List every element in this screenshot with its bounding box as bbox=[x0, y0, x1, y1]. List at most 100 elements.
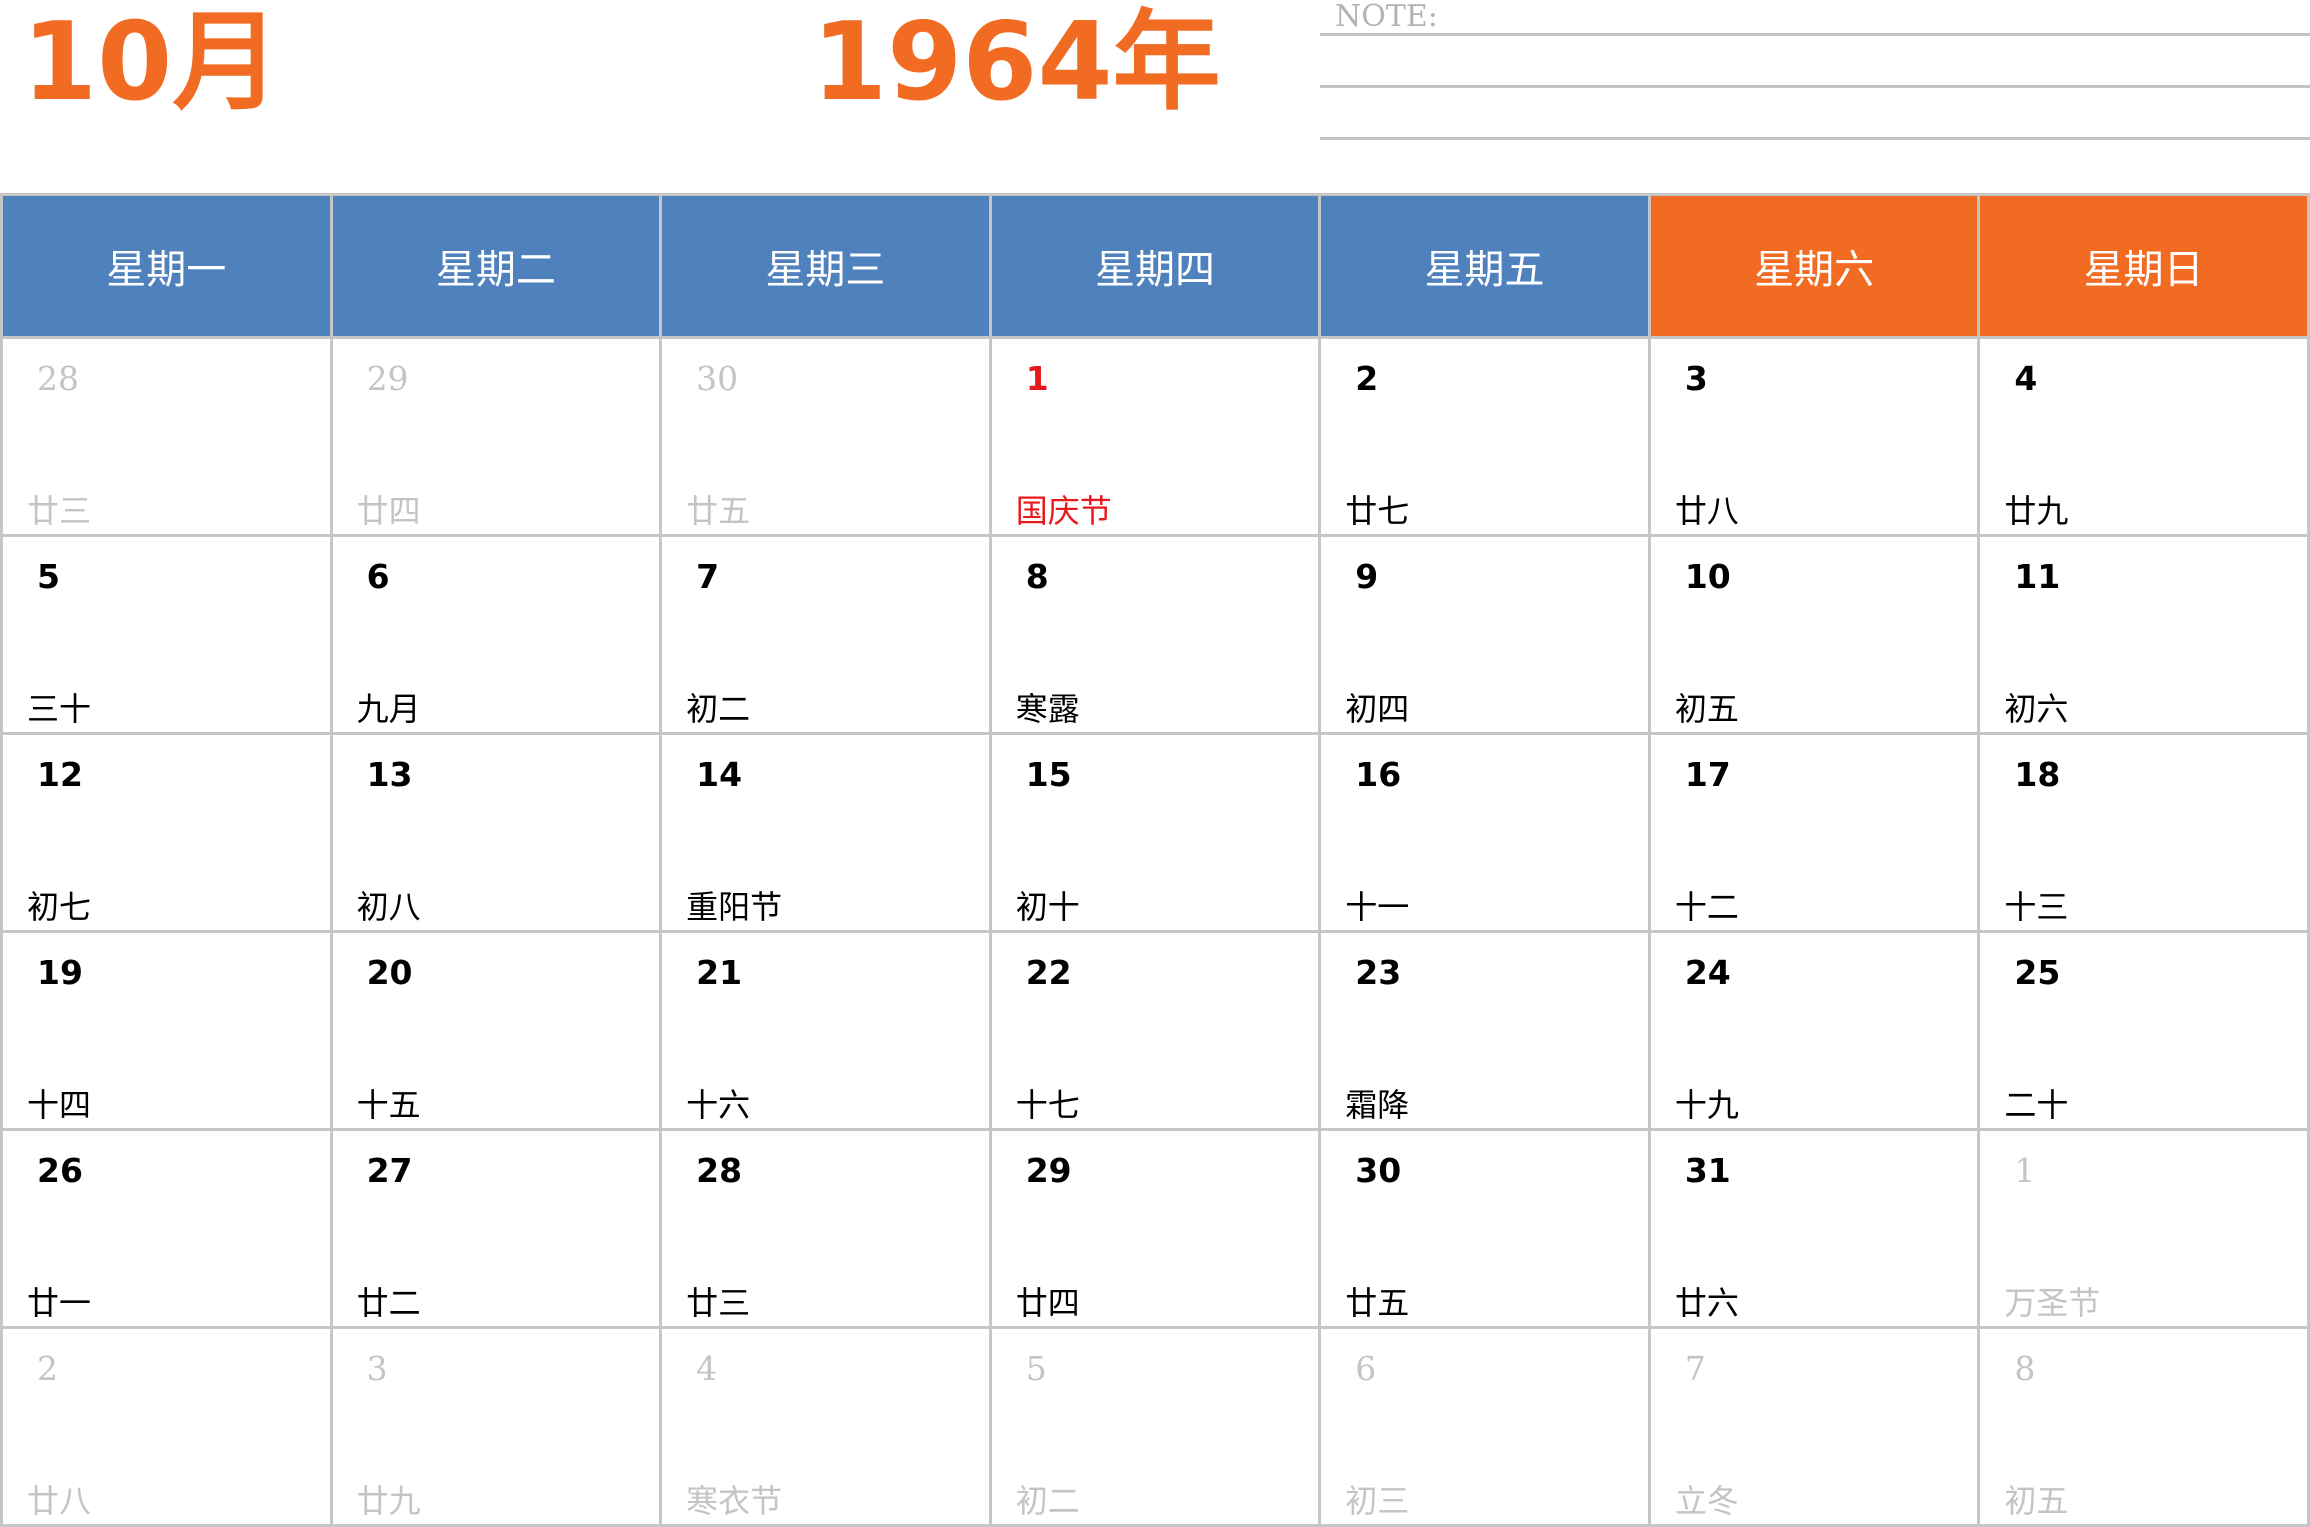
day-cell[interactable]: 28 廿三 bbox=[659, 1128, 992, 1329]
day-cell[interactable]: 5 三十 bbox=[0, 534, 333, 735]
lunar-date: 廿四 bbox=[356, 492, 421, 530]
lunar-date: 廿二 bbox=[356, 1284, 421, 1322]
lunar-date: 廿四 bbox=[1015, 1284, 1080, 1322]
day-cell[interactable]: 11 初六 bbox=[1977, 534, 2310, 735]
note-line bbox=[1320, 137, 2310, 140]
lunar-date: 万圣节 bbox=[2004, 1284, 2101, 1322]
day-number: 2 bbox=[1355, 359, 1379, 398]
lunar-date: 十二 bbox=[1674, 888, 1739, 926]
lunar-date: 十四 bbox=[27, 1086, 92, 1124]
day-number: 17 bbox=[1684, 755, 1731, 794]
note-line bbox=[1320, 85, 2310, 88]
day-number: 16 bbox=[1355, 755, 1402, 794]
lunar-date: 十五 bbox=[356, 1086, 421, 1124]
day-cell[interactable]: 25 二十 bbox=[1977, 930, 2310, 1131]
lunar-date: 寒露 bbox=[1015, 690, 1080, 728]
day-cell[interactable]: 21 十六 bbox=[659, 930, 992, 1131]
weekday-header: 星期日 bbox=[1977, 193, 2310, 339]
day-cell[interactable]: 29 廿四 bbox=[329, 336, 663, 537]
day-number: 7 bbox=[696, 557, 720, 596]
day-number: 14 bbox=[696, 755, 743, 794]
day-cell[interactable]: 31 廿六 bbox=[1647, 1128, 1981, 1329]
day-number: 22 bbox=[1025, 953, 1072, 992]
day-number: 11 bbox=[2014, 557, 2061, 596]
day-number: 19 bbox=[37, 953, 83, 992]
weekday-header: 星期六 bbox=[1647, 193, 1981, 339]
day-number: 7 bbox=[1684, 1349, 1706, 1388]
day-cell[interactable]: 2 廿七 bbox=[1318, 336, 1651, 537]
day-number: 28 bbox=[37, 359, 79, 398]
day-cell[interactable]: 28 廿三 bbox=[0, 336, 333, 537]
week-row: 19 十四 20 十五 21 十六 22 十七 23 霜降 24 十九 25 二十 bbox=[0, 930, 2310, 1131]
day-cell[interactable]: 24 十九 bbox=[1647, 930, 1981, 1131]
week-row: 2 廿八 3 廿九 4 寒衣节 5 初二 6 初三 7 立冬 8 初五 bbox=[0, 1326, 2310, 1527]
day-cell[interactable]: 20 十五 bbox=[329, 930, 663, 1131]
lunar-date: 初二 bbox=[1015, 1482, 1080, 1520]
day-cell[interactable]: 2 廿八 bbox=[0, 1326, 333, 1527]
lunar-date: 廿六 bbox=[1674, 1284, 1739, 1322]
month-title: 10月 bbox=[22, 0, 281, 125]
day-number: 15 bbox=[1025, 755, 1072, 794]
day-number: 1 bbox=[1025, 359, 1049, 398]
day-number: 21 bbox=[696, 953, 743, 992]
day-cell[interactable]: 26 廿一 bbox=[0, 1128, 333, 1329]
day-cell[interactable]: 8 寒露 bbox=[988, 534, 1322, 735]
day-cell[interactable]: 15 初十 bbox=[988, 732, 1322, 933]
lunar-date: 三十 bbox=[27, 690, 92, 728]
day-number: 31 bbox=[1684, 1151, 1731, 1190]
day-number: 20 bbox=[366, 953, 413, 992]
day-cell[interactable]: 8 初五 bbox=[1977, 1326, 2310, 1527]
year-title: 1964年 bbox=[812, 0, 1221, 125]
lunar-date: 初八 bbox=[356, 888, 421, 926]
day-number: 10 bbox=[1684, 557, 1731, 596]
day-number: 6 bbox=[1355, 1349, 1377, 1388]
day-cell[interactable]: 13 初八 bbox=[329, 732, 663, 933]
day-cell[interactable]: 4 寒衣节 bbox=[659, 1326, 992, 1527]
day-cell[interactable]: 7 初二 bbox=[659, 534, 992, 735]
day-number: 28 bbox=[696, 1151, 743, 1190]
day-cell[interactable]: 7 立冬 bbox=[1647, 1326, 1981, 1527]
day-cell[interactable]: 3 廿九 bbox=[329, 1326, 663, 1527]
day-cell[interactable]: 14 重阳节 bbox=[659, 732, 992, 933]
day-cell[interactable]: 9 初四 bbox=[1318, 534, 1651, 735]
day-cell[interactable]: 30 廿五 bbox=[1318, 1128, 1651, 1329]
lunar-date: 初十 bbox=[1015, 888, 1080, 926]
day-cell[interactable]: 19 十四 bbox=[0, 930, 333, 1131]
lunar-date: 廿五 bbox=[1345, 1284, 1410, 1322]
day-cell[interactable]: 10 初五 bbox=[1647, 534, 1981, 735]
day-cell[interactable]: 27 廿二 bbox=[329, 1128, 663, 1329]
day-cell[interactable]: 1 国庆节 bbox=[988, 336, 1322, 537]
day-cell[interactable]: 16 十一 bbox=[1318, 732, 1651, 933]
day-cell[interactable]: 29 廿四 bbox=[988, 1128, 1322, 1329]
day-cell[interactable]: 4 廿九 bbox=[1977, 336, 2310, 537]
day-cell[interactable]: 23 霜降 bbox=[1318, 930, 1651, 1131]
lunar-date: 廿五 bbox=[686, 492, 751, 530]
day-cell[interactable]: 6 九月 bbox=[329, 534, 663, 735]
weekday-header-row: 星期一 星期二 星期三 星期四 星期五 星期六 星期日 bbox=[0, 193, 2310, 339]
lunar-date: 寒衣节 bbox=[686, 1482, 783, 1520]
lunar-date: 廿九 bbox=[2004, 492, 2069, 530]
day-number: 4 bbox=[2014, 359, 2038, 398]
day-number: 8 bbox=[2014, 1349, 2036, 1388]
day-number: 30 bbox=[696, 359, 739, 398]
day-cell[interactable]: 12 初七 bbox=[0, 732, 333, 933]
lunar-date: 廿九 bbox=[356, 1482, 421, 1520]
day-cell[interactable]: 6 初三 bbox=[1318, 1326, 1651, 1527]
day-cell[interactable]: 22 十七 bbox=[988, 930, 1322, 1131]
day-cell[interactable]: 17 十二 bbox=[1647, 732, 1981, 933]
day-cell[interactable]: 18 十三 bbox=[1977, 732, 2310, 933]
day-cell[interactable]: 5 初二 bbox=[988, 1326, 1322, 1527]
day-cell[interactable]: 3 廿八 bbox=[1647, 336, 1981, 537]
day-number: 12 bbox=[37, 755, 83, 794]
day-number: 8 bbox=[1025, 557, 1049, 596]
day-cell[interactable]: 30 廿五 bbox=[659, 336, 992, 537]
weekday-header: 星期一 bbox=[0, 193, 333, 339]
week-row: 26 廿一 27 廿二 28 廿三 29 廿四 30 廿五 31 廿六 1 万圣节 bbox=[0, 1128, 2310, 1329]
day-number: 27 bbox=[366, 1151, 413, 1190]
day-cell[interactable]: 1 万圣节 bbox=[1977, 1128, 2310, 1329]
weekday-header: 星期二 bbox=[329, 193, 663, 339]
day-number: 13 bbox=[366, 755, 413, 794]
day-number: 24 bbox=[1684, 953, 1731, 992]
day-number: 6 bbox=[366, 557, 390, 596]
weekday-header: 星期五 bbox=[1318, 193, 1651, 339]
